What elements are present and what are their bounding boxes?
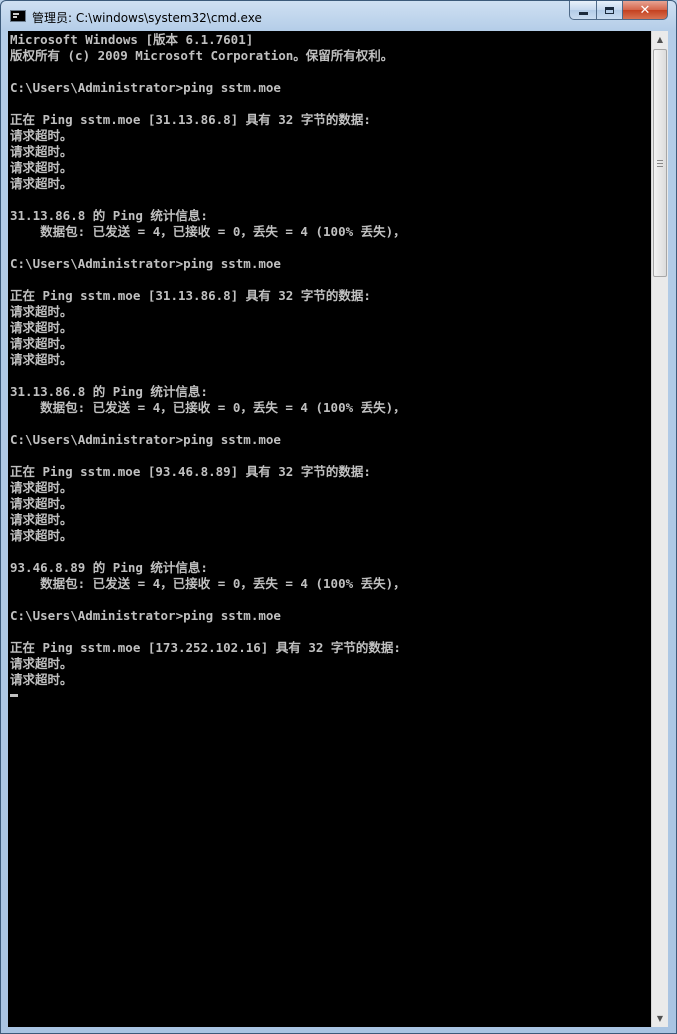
console-line: 数据包: 已发送 = 4，已接收 = 0，丢失 = 4 (100% 丢失)， (10, 400, 406, 415)
console-line: C:\Users\Administrator>ping sstm.moe (10, 608, 281, 623)
console-line: 请求超时。 (10, 144, 73, 159)
console-line: 请求超时。 (10, 160, 73, 175)
cmd-window: 管理员: C:\windows\system32\cmd.exe ✕ Micro… (0, 0, 677, 1034)
console-line: 请求超时。 (10, 480, 73, 495)
window-title: 管理员: C:\windows\system32\cmd.exe (32, 11, 262, 25)
console-line: 请求超时。 (10, 496, 73, 511)
console-line: 请求超时。 (10, 304, 73, 319)
minimize-icon (578, 11, 588, 15)
console-line: 正在 Ping sstm.moe [173.252.102.16] 具有 32 … (10, 640, 401, 655)
console-output[interactable]: Microsoft Windows [版本 6.1.7601] 版权所有 (c) … (8, 31, 651, 1027)
console-line: 请求超时。 (10, 528, 73, 543)
scroll-down-button[interactable]: ▼ (652, 1010, 668, 1027)
console-line: 请求超时。 (10, 336, 73, 351)
console-line (10, 688, 406, 704)
console-line: 请求超时。 (10, 512, 73, 527)
console-line: 请求超时。 (10, 320, 73, 335)
console-line: C:\Users\Administrator>ping sstm.moe (10, 256, 281, 271)
console-line: 正在 Ping sstm.moe [31.13.86.8] 具有 32 字节的数… (10, 112, 371, 127)
console-line: 数据包: 已发送 = 4，已接收 = 0，丢失 = 4 (100% 丢失)， (10, 224, 406, 239)
cmd-icon[interactable] (10, 10, 26, 22)
console-line: 请求超时。 (10, 672, 73, 687)
scroll-up-button[interactable]: ▲ (652, 31, 668, 48)
console-line: C:\Users\Administrator>ping sstm.moe (10, 432, 281, 447)
console-line: 版权所有 (c) 2009 Microsoft Corporation。保留所有… (10, 48, 394, 63)
minimize-button[interactable] (569, 1, 596, 20)
console-line: 31.13.86.8 的 Ping 统计信息: (10, 208, 208, 223)
console-text: Microsoft Windows [版本 6.1.7601] 版权所有 (c) … (10, 32, 406, 704)
console-line: 93.46.8.89 的 Ping 统计信息: (10, 560, 208, 575)
console-line: 请求超时。 (10, 352, 73, 367)
text-cursor (10, 694, 18, 697)
console-line: 请求超时。 (10, 128, 73, 143)
maximize-icon (605, 6, 614, 14)
scroll-thumb[interactable] (653, 49, 667, 277)
caption-buttons: ✕ (569, 1, 668, 21)
close-icon: ✕ (639, 2, 651, 18)
console-line: 请求超时。 (10, 656, 73, 671)
console-line: 数据包: 已发送 = 4，已接收 = 0，丢失 = 4 (100% 丢失)， (10, 576, 406, 591)
maximize-button[interactable] (596, 1, 622, 20)
scroll-down-icon: ▼ (656, 1014, 664, 1023)
grip-icon (657, 159, 663, 167)
console-line: 请求超时。 (10, 176, 73, 191)
console-line: 31.13.86.8 的 Ping 统计信息: (10, 384, 208, 399)
title-bar[interactable]: 管理员: C:\windows\system32\cmd.exe ✕ (1, 1, 676, 31)
console-line: 正在 Ping sstm.moe [93.46.8.89] 具有 32 字节的数… (10, 464, 371, 479)
console-line: Microsoft Windows [版本 6.1.7601] (10, 32, 254, 47)
console-line: C:\Users\Administrator>ping sstm.moe (10, 80, 281, 95)
scroll-up-icon: ▲ (656, 35, 664, 44)
close-button[interactable]: ✕ (622, 1, 668, 20)
vertical-scrollbar[interactable]: ▲ ▼ (651, 31, 668, 1027)
console-line: 正在 Ping sstm.moe [31.13.86.8] 具有 32 字节的数… (10, 288, 371, 303)
